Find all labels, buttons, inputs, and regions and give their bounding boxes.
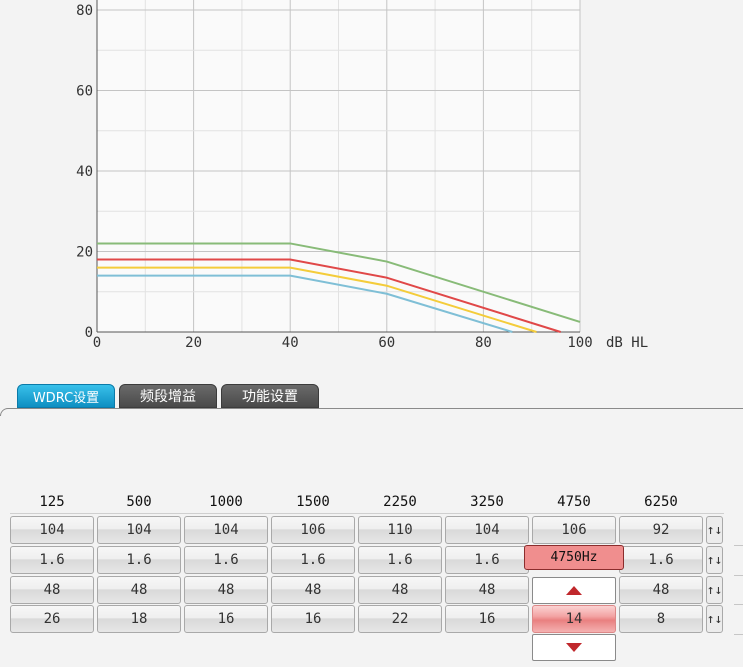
decrease-button[interactable] (532, 634, 616, 661)
y-tick-label: 40 (76, 164, 93, 180)
value-cell[interactable]: 1.6 (10, 546, 94, 574)
value-cell[interactable]: 26 (10, 605, 94, 633)
value-cell[interactable]: 48 (271, 576, 355, 604)
x-tick-label: 20 (185, 335, 202, 351)
y-tick-label: 20 (76, 245, 93, 261)
frequency-header: 1500 (296, 494, 330, 510)
value-cell[interactable]: 106 (271, 516, 355, 544)
value-cell[interactable]: 1.6 (184, 546, 268, 574)
side-divider (734, 575, 743, 576)
tab-function-settings[interactable]: 功能设置 (221, 384, 319, 408)
value-cell[interactable]: 48 (619, 576, 703, 604)
value-cell[interactable]: 48 (184, 576, 268, 604)
value-cell[interactable]: 14 (532, 605, 616, 633)
row-sort-button[interactable]: ↑↓ (706, 576, 723, 604)
row-sort-button[interactable]: ↑↓ (706, 605, 723, 633)
value-cell[interactable]: 48 (97, 576, 181, 604)
value-cell[interactable]: 16 (445, 605, 529, 633)
value-cell[interactable]: 48 (358, 576, 442, 604)
side-divider (734, 545, 743, 546)
value-cell[interactable]: 106 (532, 516, 616, 544)
x-axis-unit: dB HL (606, 335, 648, 351)
frequency-header: 4750 (557, 494, 591, 510)
frequency-header: 500 (126, 494, 152, 510)
y-tick-label: 60 (76, 84, 93, 100)
y-tick-label: 80 (76, 3, 93, 19)
row-sort-button[interactable]: ↑↓ (706, 516, 723, 544)
selected-frequency-label: 4750Hz (524, 545, 624, 570)
frequency-header: 125 (39, 494, 65, 510)
value-cell[interactable]: 104 (10, 516, 94, 544)
value-cell[interactable]: 48 (445, 576, 529, 604)
x-tick-label: 0 (93, 335, 101, 351)
x-tick-label: 60 (378, 335, 395, 351)
value-cell[interactable]: 110 (358, 516, 442, 544)
triangle-up-icon (566, 586, 582, 595)
value-cell[interactable]: 104 (97, 516, 181, 544)
frequency-header: 3250 (470, 494, 504, 510)
value-cell[interactable]: 1.6 (271, 546, 355, 574)
value-cell[interactable]: 1.6 (445, 546, 529, 574)
frequency-header: 2250 (383, 494, 417, 510)
tab-bar: WDRC设置 频段增益 功能设置 (17, 384, 319, 408)
value-cell[interactable]: 16 (184, 605, 268, 633)
value-cell[interactable]: 18 (97, 605, 181, 633)
value-cell[interactable]: 1.6 (619, 546, 703, 574)
side-divider (734, 634, 743, 635)
io-chart: 0 20 40 60 80 0 20 40 60 80 100 dB HL (76, 0, 648, 351)
x-tick-label: 40 (282, 335, 299, 351)
value-cell[interactable]: 92 (619, 516, 703, 544)
row-sort-button[interactable]: ↑↓ (706, 546, 723, 574)
header-divider (10, 513, 724, 514)
frequency-header: 6250 (644, 494, 678, 510)
value-cell[interactable]: 104 (445, 516, 529, 544)
side-divider (734, 604, 743, 605)
increase-button[interactable] (532, 577, 616, 604)
frequency-header: 1000 (209, 494, 243, 510)
value-cell[interactable]: 1.6 (358, 546, 442, 574)
tab-panel-border (0, 408, 743, 416)
value-cell[interactable]: 1.6 (97, 546, 181, 574)
tab-band-gain[interactable]: 频段增益 (119, 384, 217, 408)
value-cell[interactable]: 16 (271, 605, 355, 633)
value-cell[interactable]: 48 (10, 576, 94, 604)
value-cell[interactable]: 22 (358, 605, 442, 633)
y-tick-label: 0 (85, 325, 93, 341)
x-tick-label: 80 (475, 335, 492, 351)
tab-wdrc-settings[interactable]: WDRC设置 (17, 384, 115, 408)
triangle-down-icon (566, 643, 582, 652)
x-tick-label: 100 (567, 335, 592, 351)
value-cell[interactable]: 8 (619, 605, 703, 633)
value-cell[interactable]: 104 (184, 516, 268, 544)
